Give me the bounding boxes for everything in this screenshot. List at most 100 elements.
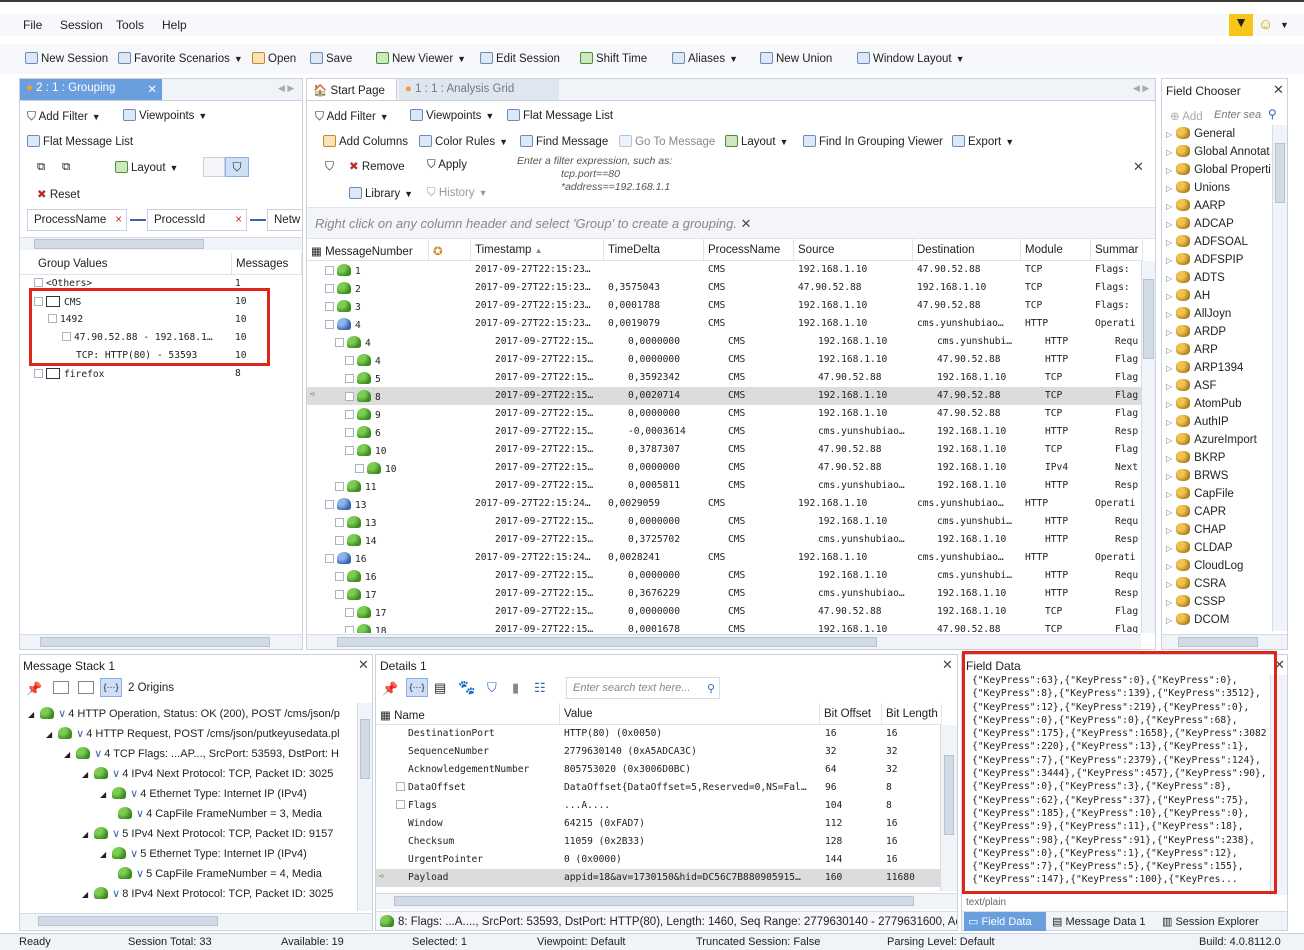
stack-row[interactable]: ◢ ∨ 5 IPv4 Next Protocol: TCP, Packet ID: … (20, 825, 358, 843)
stack-row[interactable]: ∨ 4 CapFile FrameNumber = 3, Media (20, 805, 358, 823)
add-filter-icon[interactable]: ⛉ (487, 680, 497, 696)
stack-row[interactable]: ◢ ∨ 4 IPv4 Next Protocol: TCP, Packet ID: … (20, 765, 358, 783)
message-row[interactable]: 2 2017-09-27T22:15:23… 0,3575043 CMS 47.90.5… (307, 279, 1143, 297)
expand-arrow-icon[interactable]: ▷ (1166, 310, 1172, 319)
expander-icon[interactable] (335, 482, 344, 491)
col-bit-length[interactable]: Bit Length (882, 703, 942, 725)
stack-row[interactable]: ◢ ∨ 4 TCP Flags: ...AP..., SrcPort: 53593,… (20, 745, 358, 763)
open-button[interactable]: Open (252, 52, 296, 65)
field-chooser-item[interactable]: ▷ CSSP (1166, 595, 1225, 608)
field-chooser-item[interactable]: ▷ ADCAP (1166, 217, 1234, 230)
shift-time-button[interactable]: Shift Time (580, 52, 647, 65)
new-session-button[interactable]: New Session (25, 52, 108, 65)
col-group-values[interactable]: Group Values (34, 253, 232, 275)
search-icon[interactable]: ⚲ (1268, 107, 1277, 121)
expand-arrow-icon[interactable]: ▷ (1166, 616, 1172, 625)
message-row[interactable]: 5 2017-09-27T22:15… 0,3592342 CMS 47.90.52.8… (307, 369, 1143, 387)
field-chooser-item[interactable]: ▷ AtomPub (1166, 397, 1241, 410)
history-button[interactable]: ⛉ History ▼ (427, 187, 488, 200)
field-chooser-item[interactable]: ▷ AARP (1166, 199, 1225, 212)
field-chooser-item[interactable]: ▷ BKRP (1166, 451, 1225, 464)
aliases-button[interactable]: Aliases ▼ (672, 52, 738, 65)
close-icon[interactable]: ✕ (741, 216, 752, 231)
column-icon[interactable]: ▮ (512, 680, 519, 696)
expander-icon[interactable] (345, 626, 354, 633)
tab-field-data[interactable]: ▭ Field Data (964, 912, 1046, 931)
expander-icon[interactable] (335, 338, 344, 347)
expand-arrow-icon[interactable]: ◢ (100, 790, 106, 799)
message-row[interactable]: 14 2017-09-27T22:15… 0,3725702 CMS cms.yunsh… (307, 531, 1143, 549)
field-chooser-item[interactable]: ▷ CSRA (1166, 577, 1226, 590)
expander-icon[interactable] (335, 536, 344, 545)
library-button[interactable]: Library ▼ (349, 187, 413, 200)
chevron-down-icon[interactable]: ▼ (1280, 20, 1289, 30)
favorite-scenarios-button[interactable]: Favorite Scenarios ▼ (118, 52, 243, 65)
field-chooser-item[interactable]: ▷ AllJoyn (1166, 307, 1231, 320)
expand-arrow-icon[interactable]: ▷ (1166, 328, 1172, 337)
message-row[interactable]: 4 2017-09-27T22:15… 0,0000000 CMS 192.168.1.… (307, 333, 1143, 351)
expand-arrow-icon[interactable]: ▷ (1166, 526, 1172, 535)
braces-view-icon[interactable]: {···} (100, 678, 122, 697)
expand-arrow-icon[interactable]: ▷ (1166, 490, 1172, 499)
grouping-add-filter-button[interactable]: ⛉ Add Filter ▼ (27, 109, 101, 124)
expand-arrow-icon[interactable]: ▷ (1166, 166, 1172, 175)
menu-session[interactable]: Session (60, 18, 103, 32)
message-row[interactable]: 11 2017-09-27T22:15… 0,0005811 CMS cms.yunsh… (307, 477, 1143, 495)
col-messages[interactable]: Messages (232, 253, 302, 275)
expander-icon[interactable] (34, 278, 43, 287)
field-chooser-item[interactable]: ▷ Global Annotat (1166, 145, 1270, 158)
apply-filter-button[interactable]: ⛉ Apply (427, 159, 467, 172)
tree-icon[interactable]: ☷ (534, 680, 546, 696)
col-summary[interactable]: Summar (1091, 239, 1143, 261)
stack-hscroll[interactable] (20, 913, 372, 929)
field-chooser-item[interactable]: ▷ DCOM (1166, 613, 1229, 626)
filter-toggle-icon[interactable]: ⛉ (225, 157, 249, 177)
detail-row[interactable]: SequenceNumber 2779630140 (0xA5ADCA3C) 32 3… (376, 743, 942, 761)
close-icon[interactable]: ✕ (147, 82, 157, 96)
detail-row[interactable]: Flags ...A.... 104 8 (376, 797, 942, 815)
detail-row[interactable]: AcknowledgementNumber 805753020 (0x3006D0… (376, 761, 942, 779)
expand-arrow-icon[interactable]: ▷ (1166, 598, 1172, 607)
expander-icon[interactable] (345, 410, 354, 419)
field-chooser-item[interactable]: ▷ ADTS (1166, 271, 1225, 284)
grouping-flat-list-button[interactable]: Flat Message List (27, 135, 133, 148)
field-chooser-item[interactable]: ▷ CAPR (1166, 505, 1226, 518)
expander-icon[interactable] (34, 369, 43, 378)
field-chooser-item[interactable]: ▷ CapFile (1166, 487, 1234, 500)
expand-arrow-icon[interactable]: ▷ (1166, 508, 1172, 517)
copy-icon[interactable]: ⧉ (37, 161, 45, 174)
expand-arrow-icon[interactable]: ◢ (82, 770, 88, 779)
expand-arrow-icon[interactable]: ▷ (1166, 130, 1172, 139)
expander-icon[interactable] (325, 554, 334, 563)
expand-arrow-icon[interactable]: ▷ (1166, 580, 1172, 589)
detail-row[interactable]: Window 64215 (0xFAD7) 112 16 (376, 815, 942, 833)
col-messagenumber[interactable]: ▦ MessageNumber (307, 239, 429, 261)
grid-vscroll[interactable] (1141, 261, 1155, 633)
message-row[interactable]: 4 2017-09-27T22:15:23… 0,0019079 CMS 192.168… (307, 315, 1143, 333)
chip-processid[interactable]: ProcessId × (147, 209, 247, 231)
stack-row[interactable]: ◢ ∨ 5 Ethernet Type: Internet IP (IPv4) (20, 845, 358, 863)
expander-icon[interactable] (335, 590, 344, 599)
field-chooser-item[interactable]: ▷ BRWS (1166, 469, 1228, 482)
expand-arrow-icon[interactable]: ▷ (1166, 454, 1172, 463)
expand-arrow-icon[interactable]: ◢ (82, 830, 88, 839)
field-chooser-item[interactable]: ▷ CHAP (1166, 523, 1226, 536)
save-button[interactable]: Save (310, 52, 352, 65)
expand-arrow-icon[interactable]: ▷ (1166, 382, 1172, 391)
grid-hscroll[interactable] (307, 634, 1141, 649)
expand-arrow-icon[interactable]: ▷ (1166, 292, 1172, 301)
detail-row[interactable]: UrgentPointer 0 (0x0000) 144 16 (376, 851, 942, 869)
field-chooser-hscroll[interactable] (1162, 634, 1287, 649)
field-chooser-item[interactable]: ▷ AzureImport (1166, 433, 1257, 446)
menu-help[interactable]: Help (162, 18, 187, 32)
group-by-drop-area[interactable]: Right click on any column header and sel… (307, 207, 1155, 239)
pin-icon[interactable]: 📌 (382, 681, 398, 697)
expander-icon[interactable] (345, 356, 354, 365)
expander-icon[interactable] (355, 464, 364, 473)
expander-icon[interactable] (325, 284, 334, 293)
col-origin-icon[interactable]: ✪ (429, 239, 471, 261)
new-viewer-button[interactable]: New Viewer ▼ (376, 52, 466, 65)
expander-icon[interactable] (325, 302, 334, 311)
tab-analysis-grid[interactable]: ● 1 : 1 : Analysis Grid (399, 79, 559, 100)
expand-arrow-icon[interactable]: ▷ (1166, 418, 1172, 427)
